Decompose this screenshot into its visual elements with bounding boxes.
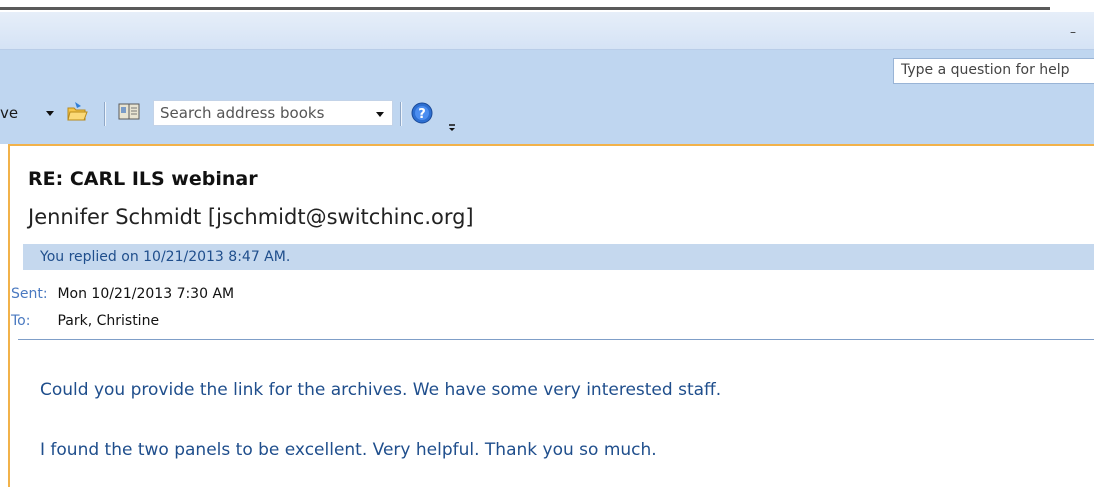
reading-pane: RE: CARL ILS webinar Jennifer Schmidt [j… <box>8 144 1094 487</box>
title-bar: – <box>0 12 1094 50</box>
toolbar-separator <box>104 102 106 126</box>
message-subject: RE: CARL ILS webinar <box>28 168 258 190</box>
sent-value: Mon 10/21/2013 7:30 AM <box>57 286 235 302</box>
toolbar-separator <box>400 102 402 126</box>
help-question-input[interactable]: Type a question for help <box>893 58 1094 84</box>
message-sender[interactable]: Jennifer Schmidt [jschmidt@switchinc.org… <box>28 205 474 229</box>
window-top-border <box>0 7 1050 10</box>
sent-header: Sent: Mon 10/21/2013 7:30 AM <box>11 286 234 302</box>
body-paragraph: I found the two panels to be excellent. … <box>40 440 657 460</box>
search-placeholder-text: Search address books <box>160 104 325 122</box>
move-folder-icon[interactable] <box>66 101 88 123</box>
sent-label: Sent: <box>11 286 48 302</box>
address-book-icon[interactable] <box>118 102 140 122</box>
search-address-books-input[interactable]: Search address books <box>153 100 393 126</box>
to-label: To: <box>11 313 31 329</box>
help-icon[interactable]: ? <box>411 102 433 124</box>
standard-toolbar: ve Search address books ? <box>0 96 470 136</box>
to-value[interactable]: Park, Christine <box>57 313 159 329</box>
move-dropdown-icon[interactable] <box>46 111 54 116</box>
move-button-label[interactable]: ve <box>0 104 18 122</box>
minimize-button[interactable]: – <box>1070 26 1080 38</box>
header-divider <box>18 339 1094 340</box>
toolbar-options-icon[interactable] <box>447 118 457 131</box>
body-paragraph: Could you provide the link for the archi… <box>40 380 722 400</box>
search-dropdown-icon[interactable] <box>376 112 384 117</box>
reply-info-bar[interactable]: You replied on 10/21/2013 8:47 AM. <box>23 244 1094 270</box>
svg-text:?: ? <box>418 107 426 122</box>
window-top-edge <box>0 0 1094 12</box>
to-header: To: Park, Christine <box>11 313 159 329</box>
